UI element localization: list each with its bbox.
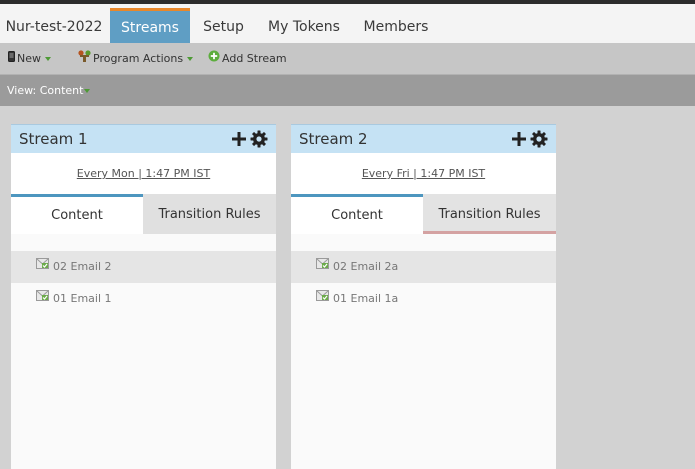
list-item[interactable]: 02 Email 2a [291,251,556,283]
stream-tabs: Content Transition Rules [11,194,276,234]
new-label: New [17,52,41,65]
stream-schedule: Every Fri | 1:47 PM IST [291,153,556,194]
view-selector[interactable]: View: Content [7,75,91,106]
stream-panel-1: Stream 1 Every Mon | 1:47 PM IST Content… [11,124,276,469]
stream-tabs: Content Transition Rules [291,194,556,234]
schedule-link[interactable]: Every Mon | 1:47 PM IST [77,167,210,180]
tab-my-tokens[interactable]: My Tokens [262,8,346,47]
program-actions-icon [78,43,91,75]
stream-header: Stream 1 [11,124,276,153]
tab-content[interactable]: Content [291,194,423,234]
email-icon [36,250,49,282]
plus-icon[interactable] [511,128,527,150]
item-label: 02 Email 2a [333,260,399,273]
stream-content-list: 02 Email 2 01 Email 1 [11,234,276,469]
stream-header: Stream 2 [291,124,556,153]
tab-content[interactable]: Content [11,194,143,234]
stream-schedule: Every Mon | 1:47 PM IST [11,153,276,194]
stream-title: Stream 1 [19,130,88,148]
add-stream-button[interactable]: Add Stream [208,43,287,75]
gear-icon[interactable] [530,130,548,148]
program-actions-button[interactable]: Program Actions [78,43,194,75]
top-tab-bar: Nur-test-2022 Streams Setup My Tokens Me… [0,0,695,47]
list-item[interactable]: 02 Email 2 [11,251,276,283]
schedule-link[interactable]: Every Fri | 1:47 PM IST [362,167,485,180]
view-bar: View: Content [0,75,695,106]
list-item[interactable]: 01 Email 1a [291,283,556,315]
email-icon [316,250,329,282]
stream-title: Stream 2 [299,130,368,148]
stream-panel-2: Stream 2 Every Fri | 1:47 PM IST Content… [291,124,556,469]
chevron-down-icon [84,89,91,93]
tab-transition-rules[interactable]: Transition Rules [143,194,276,234]
plus-icon[interactable] [231,128,247,150]
tab-setup[interactable]: Setup [196,8,251,47]
tab-program[interactable]: Nur-test-2022 [0,8,108,47]
program-actions-label: Program Actions [93,52,184,65]
add-circle-icon [208,43,220,75]
tab-transition-rules[interactable]: Transition Rules [423,194,556,234]
mobile-device-icon [8,43,15,75]
view-label: View: Content [7,84,84,97]
item-label: 01 Email 1 [53,292,112,305]
gear-icon[interactable] [250,130,268,148]
chevron-down-icon [45,57,51,61]
email-icon [36,282,49,314]
tab-members[interactable]: Members [357,8,435,47]
chevron-down-icon [187,57,194,61]
email-icon [316,282,329,314]
stream-content-list: 02 Email 2a 01 Email 1a [291,234,556,469]
new-button[interactable]: New [8,43,51,75]
add-stream-label: Add Stream [222,52,287,65]
item-label: 02 Email 2 [53,260,112,273]
list-item[interactable]: 01 Email 1 [11,283,276,315]
toolbar: New Program Actions Add Stream [0,43,695,75]
item-label: 01 Email 1a [333,292,399,305]
tab-streams[interactable]: Streams [110,8,190,47]
